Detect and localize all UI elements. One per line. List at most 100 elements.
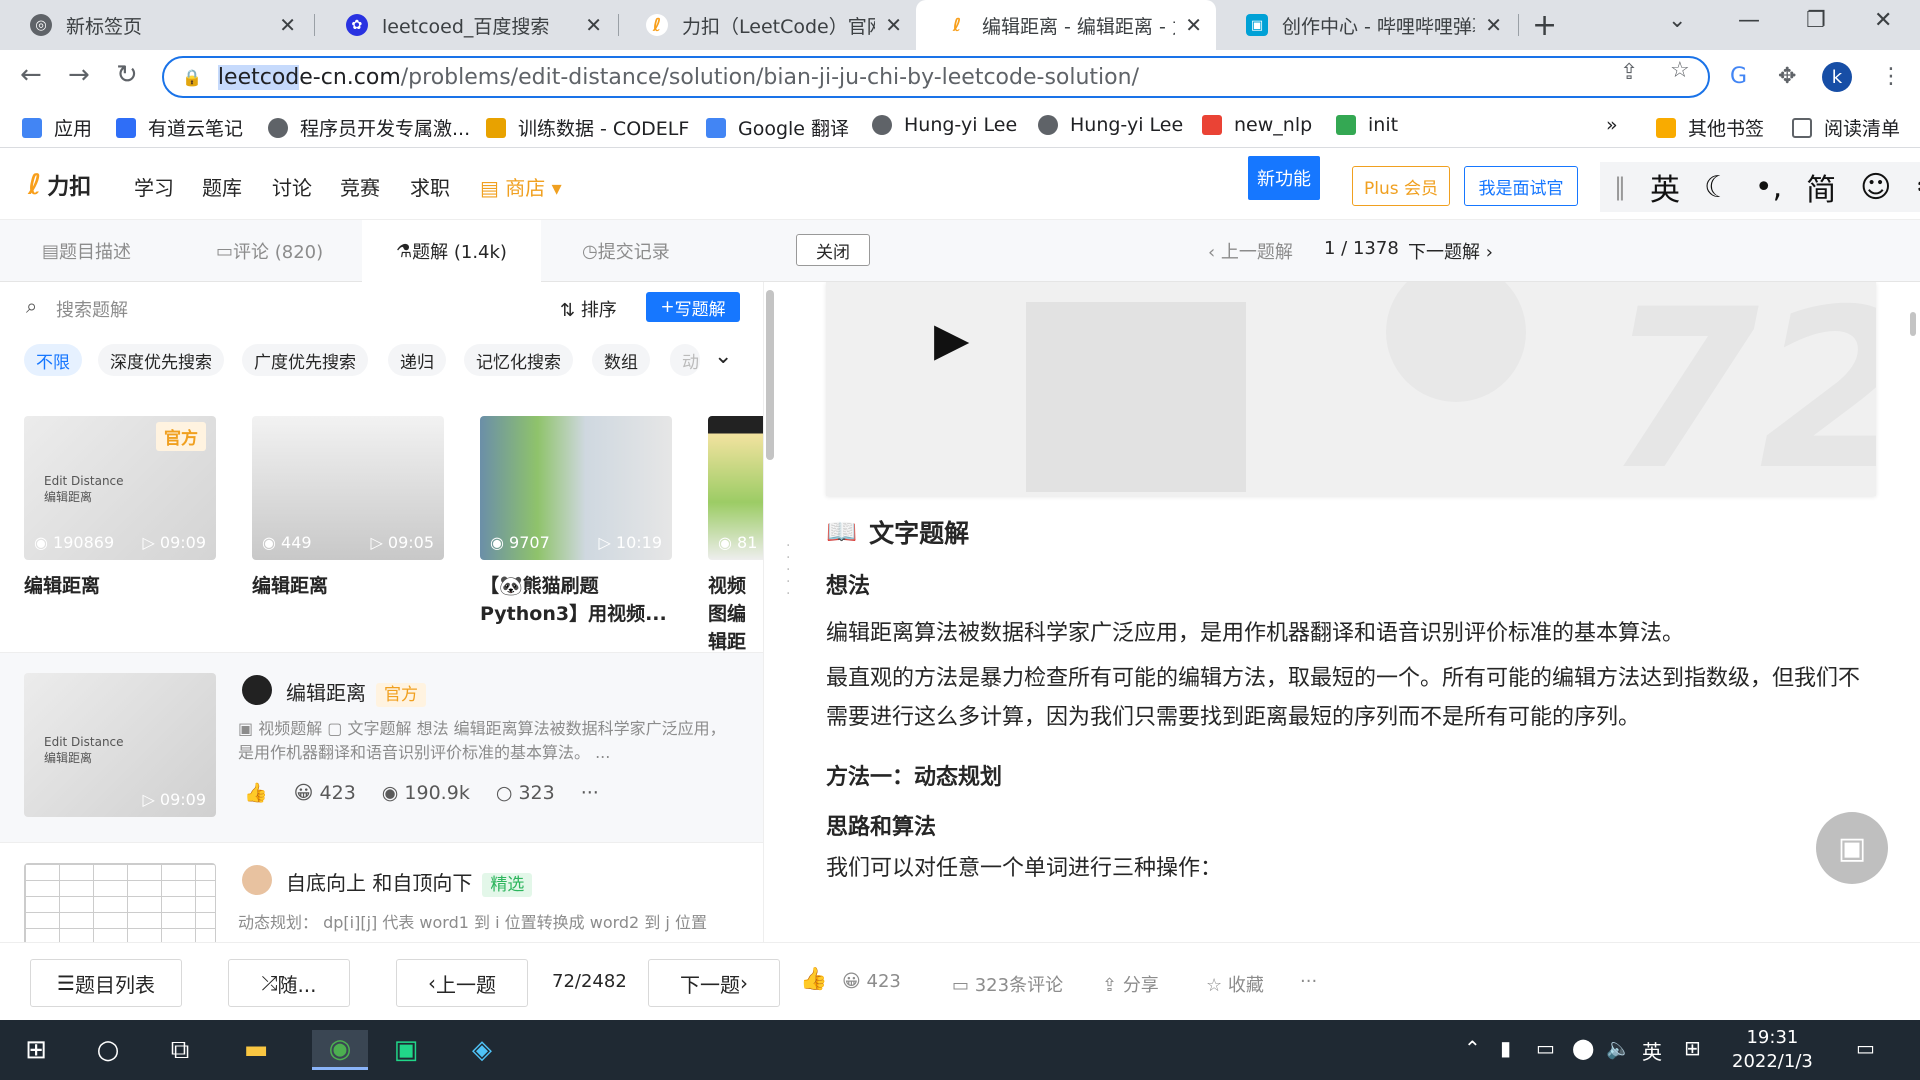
emoji-icon[interactable]: ☺ bbox=[1860, 170, 1891, 205]
solution-thumbnail[interactable] bbox=[24, 863, 216, 942]
share-link[interactable]: ⇪ 分享 bbox=[1102, 971, 1159, 997]
tab-comments[interactable]: ▭ 评论 (820) bbox=[216, 220, 323, 282]
bookmark-item[interactable]: 训练数据 - CODELF bbox=[486, 114, 689, 141]
more-icon[interactable]: ··· bbox=[1300, 971, 1317, 992]
tag-filter[interactable]: 记忆化搜索 bbox=[464, 344, 573, 376]
tag-filter[interactable]: 递归 bbox=[388, 344, 446, 376]
nav-discuss[interactable]: 讨论 bbox=[272, 172, 312, 201]
plus-member-button[interactable]: Plus 会员 bbox=[1352, 166, 1450, 206]
live2d-app-icon[interactable]: ◈ bbox=[462, 1030, 502, 1070]
address-bar[interactable]: 🔒 leetcode-cn.com/problems/edit-distance… bbox=[162, 56, 1710, 98]
browser-tab[interactable]: ◎ 新标签页 ✕ bbox=[0, 0, 310, 50]
video-thumbnail[interactable]: ◉ 9707 ▷ 10:19 bbox=[480, 416, 672, 560]
nav-jobs[interactable]: 求职 bbox=[410, 172, 450, 201]
more-icon[interactable]: ··· bbox=[581, 782, 599, 804]
search-circle-icon[interactable]: ○ bbox=[88, 1030, 128, 1070]
browser-tab[interactable]: ▣ 创作中心 - 哔哩哔哩弹幕 ✕ bbox=[1216, 0, 1516, 50]
language-toggle[interactable]: 英 bbox=[1650, 165, 1680, 209]
right-scrollbar[interactable] bbox=[1910, 312, 1916, 336]
network-icon[interactable]: ⬤ bbox=[1572, 1036, 1594, 1060]
bookmark-star-icon[interactable]: ☆ bbox=[1670, 58, 1690, 83]
browser-tab[interactable]: ℓ 力扣（LeetCode）官网 - ✕ bbox=[616, 0, 916, 50]
browser-tab-active[interactable]: ℓ 编辑距离 - 编辑距离 - 力 ✕ bbox=[916, 0, 1216, 50]
notes-icon[interactable]: ▣ bbox=[1816, 812, 1888, 884]
video-title[interactable]: 【🐼熊猫刷题Python3】用视频... bbox=[480, 572, 672, 628]
tag-filter[interactable]: 数组 bbox=[592, 344, 650, 376]
solution-title[interactable]: 编辑距离 bbox=[286, 681, 366, 705]
chrome-icon[interactable]: ◉ bbox=[312, 1030, 368, 1070]
reactions[interactable]: 😀 423 bbox=[294, 782, 356, 804]
reload-icon[interactable]: ↻ bbox=[116, 60, 138, 90]
video-card[interactable]: 官方 Edit Distance 编辑距离 ◉ 190869 ▷ 09:09 编辑距… bbox=[24, 416, 216, 600]
bookmark-item[interactable]: Hung-yi Lee bbox=[872, 114, 1017, 136]
simplified-toggle[interactable]: 简 bbox=[1806, 165, 1836, 209]
keyboard-layout-icon[interactable]: ⊞ bbox=[1684, 1036, 1701, 1060]
other-bookmarks[interactable]: 其他书签 bbox=[1656, 114, 1764, 141]
thumbs-up-icon[interactable]: 👍 bbox=[244, 781, 268, 804]
restore-icon[interactable]: ❐ bbox=[1806, 8, 1826, 33]
tag-filter[interactable]: 深度优先搜索 bbox=[98, 344, 224, 376]
solution-title[interactable]: 自底向上 和自顶向下 bbox=[286, 871, 472, 895]
notification-icon[interactable]: ▭ bbox=[1856, 1036, 1875, 1060]
write-solution-button[interactable]: + 写题解 bbox=[646, 292, 740, 322]
next-solution-link[interactable]: 下一题解 › bbox=[1408, 238, 1493, 264]
author-avatar[interactable] bbox=[242, 675, 272, 705]
video-title[interactable]: 编辑距离 bbox=[252, 572, 444, 600]
bookmark-item[interactable]: new_nlp bbox=[1202, 114, 1312, 136]
new-feature-button[interactable]: 新功能 bbox=[1248, 156, 1320, 200]
extensions-icon[interactable]: ✥ bbox=[1778, 64, 1796, 89]
chevron-up-icon[interactable]: ⌃ bbox=[1464, 1036, 1481, 1060]
nav-contest[interactable]: 竞赛 bbox=[340, 172, 380, 201]
video-thumbnail[interactable]: ◉ 81 bbox=[708, 416, 763, 560]
solution-item[interactable]: 自底向上 和自顶向下 精选 动态规划： dp[i][j] 代表 word1 到 i… bbox=[0, 842, 763, 942]
moon-icon[interactable]: ☾ bbox=[1704, 170, 1731, 205]
random-button[interactable]: ⤮ 随... bbox=[228, 959, 350, 1007]
battery-icon[interactable]: ▭ bbox=[1536, 1036, 1555, 1060]
video-title[interactable]: 编辑距离 bbox=[24, 572, 216, 600]
back-icon[interactable]: ← bbox=[20, 60, 42, 90]
close-window-icon[interactable]: ✕ bbox=[1874, 8, 1892, 33]
panel-resize-handle[interactable]: · · · · · bbox=[786, 539, 790, 601]
video-card[interactable]: ◉ 81 视频图编辑距 bbox=[708, 416, 763, 656]
task-view-icon[interactable]: ⧉ bbox=[160, 1030, 200, 1070]
settings-gear-icon[interactable]: ⚙ bbox=[1915, 170, 1920, 205]
punctuation-icon[interactable]: •, bbox=[1755, 170, 1782, 205]
prev-solution-link[interactable]: ‹ 上一题解 bbox=[1208, 238, 1293, 264]
close-solution-button[interactable]: 关闭 bbox=[796, 234, 870, 266]
close-icon[interactable]: ✕ bbox=[279, 13, 296, 37]
video-title[interactable]: 视频图编辑距 bbox=[708, 572, 763, 656]
video-player[interactable]: ▶ 72 bbox=[826, 282, 1876, 496]
bookmark-item[interactable]: init bbox=[1336, 114, 1398, 136]
tag-filter[interactable]: 不限 bbox=[24, 344, 82, 376]
comments-link[interactable]: ▭ 323条评论 bbox=[952, 971, 1063, 997]
nav-learn[interactable]: 学习 bbox=[134, 172, 174, 201]
play-icon[interactable]: ▶ bbox=[934, 312, 969, 366]
forward-icon[interactable]: → bbox=[68, 60, 90, 90]
close-icon[interactable]: ✕ bbox=[1485, 13, 1502, 37]
nav-shop[interactable]: ▤ 商店 ▾ bbox=[480, 172, 562, 201]
tab-submissions[interactable]: ◷ 提交记录 bbox=[582, 220, 670, 282]
tag-filter[interactable]: 广度优先搜索 bbox=[242, 344, 368, 376]
bookmark-item[interactable]: Google 翻译 bbox=[706, 114, 849, 141]
chevron-down-icon[interactable]: ⌄ bbox=[714, 344, 732, 369]
nav-problems[interactable]: 题库 bbox=[202, 172, 242, 201]
profile-avatar[interactable]: k bbox=[1822, 62, 1852, 92]
tab-solutions[interactable]: ⚗ 题解 (1.4k) bbox=[362, 220, 541, 282]
site-logo[interactable]: ℓ 力扣 bbox=[28, 168, 91, 201]
translate-icon[interactable]: G bbox=[1730, 64, 1747, 89]
pycharm-icon[interactable]: ▣ bbox=[386, 1030, 426, 1070]
share-icon[interactable]: ⇪ bbox=[1620, 60, 1638, 85]
favorite-link[interactable]: ☆ 收藏 bbox=[1206, 971, 1264, 997]
bookmark-item[interactable]: 程序员开发专属激... bbox=[268, 114, 470, 141]
tab-search-icon[interactable]: ⌄ bbox=[1668, 8, 1686, 33]
bookmarks-overflow[interactable]: » bbox=[1606, 114, 1618, 136]
volume-icon[interactable]: 🔈 bbox=[1606, 1036, 1631, 1060]
ime-indicator[interactable]: 英 bbox=[1642, 1036, 1662, 1065]
bookmark-apps[interactable]: 应用 bbox=[22, 114, 92, 141]
next-problem-button[interactable]: 下一题 › bbox=[648, 959, 780, 1007]
video-thumbnail[interactable]: 官方 Edit Distance 编辑距离 ◉ 190869 ▷ 09:09 bbox=[24, 416, 216, 560]
close-icon[interactable]: ✕ bbox=[885, 13, 902, 37]
bookmark-item[interactable]: 有道云笔记 bbox=[116, 114, 243, 141]
solution-thumbnail[interactable]: Edit Distance 编辑距离 ▷ 09:09 bbox=[24, 673, 216, 817]
solution-item[interactable]: Edit Distance 编辑距离 ▷ 09:09 编辑距离 官方 ▣ 视频题解 … bbox=[0, 652, 763, 842]
